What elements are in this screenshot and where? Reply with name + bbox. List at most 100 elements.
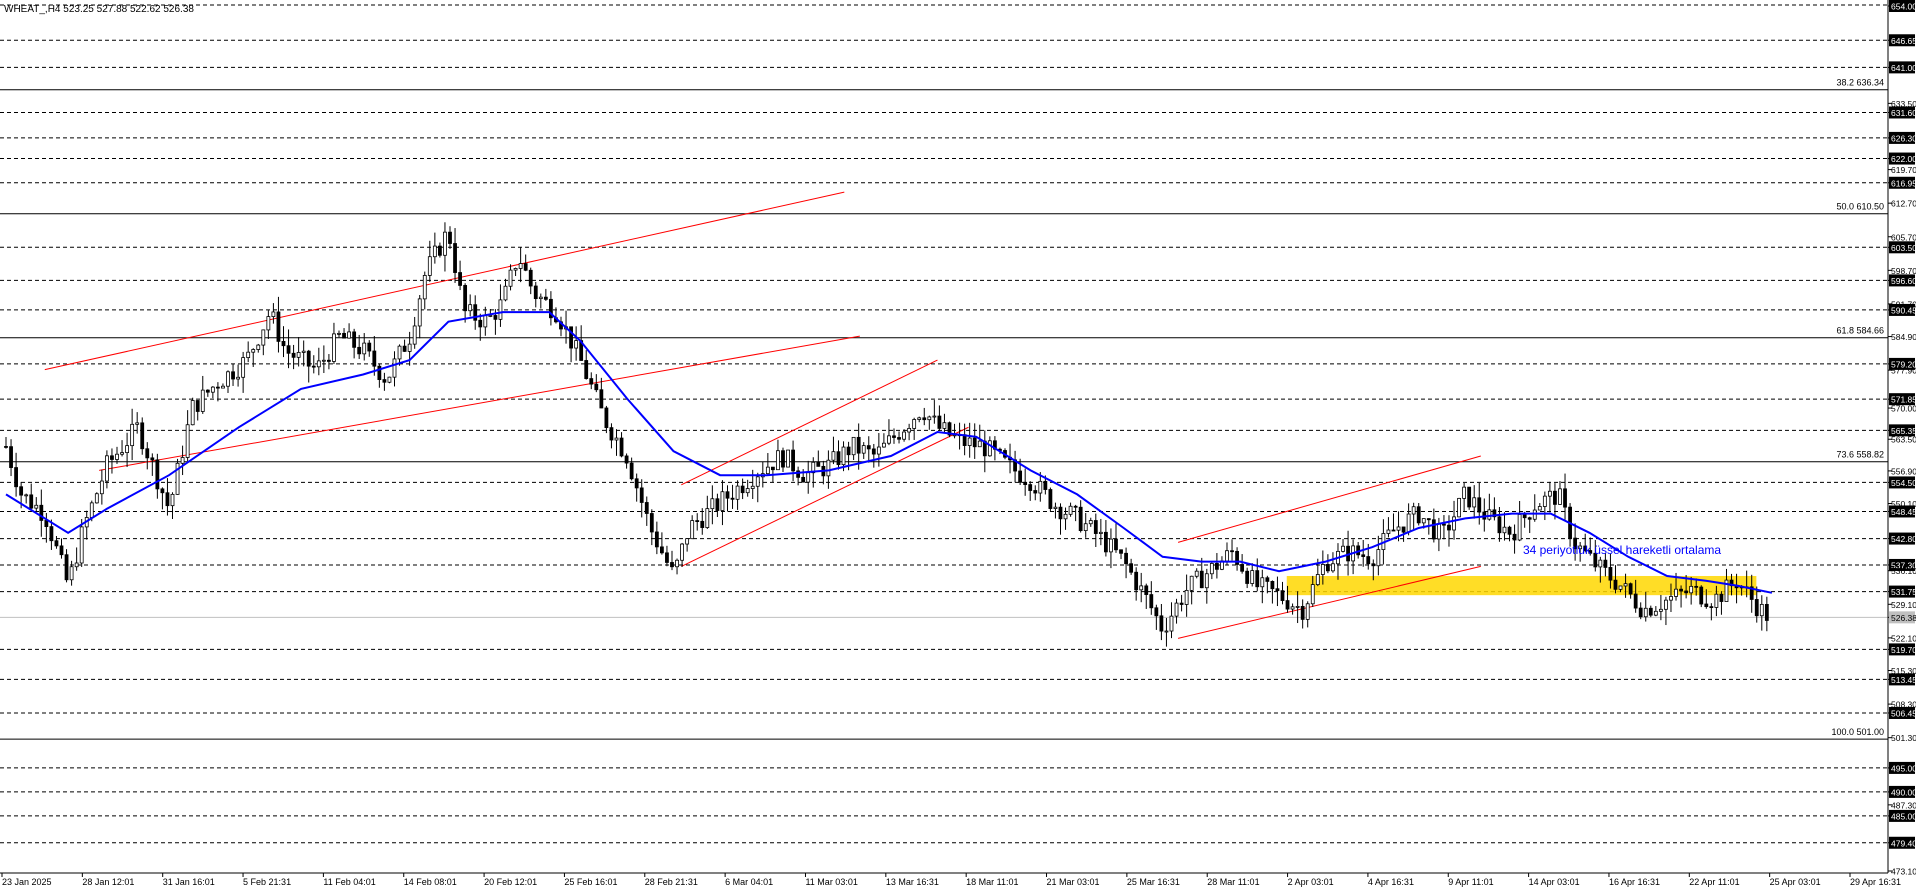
x-tick-label: 23 Jan 2025: [2, 877, 52, 887]
candle-body: [1214, 563, 1219, 570]
candle-body: [1522, 514, 1527, 519]
candle-body: [1275, 588, 1280, 592]
candle-body: [720, 491, 725, 511]
candle-body: [538, 296, 543, 300]
candle-body: [1462, 486, 1467, 499]
y-tick-label: 490.00: [1891, 787, 1916, 797]
candle-body: [977, 440, 982, 448]
candle-body: [902, 431, 906, 440]
y-tick-label: 473.10: [1891, 867, 1916, 877]
candle-body: [362, 342, 367, 355]
candle-body: [912, 419, 917, 429]
y-tick-label: 598.70: [1891, 266, 1916, 276]
candle-body: [1149, 594, 1154, 609]
candle-body: [1159, 615, 1164, 632]
candle-body: [1255, 570, 1260, 588]
candle-body: [695, 520, 700, 522]
candle-body: [1361, 554, 1366, 557]
candle-body: [831, 451, 836, 461]
candle-body: [432, 245, 437, 258]
candle-body: [367, 342, 372, 352]
candle-body: [1613, 579, 1618, 590]
candle-body: [770, 466, 775, 471]
x-tick-label: 25 Apr 03:01: [1770, 877, 1821, 887]
candle-body: [1230, 550, 1234, 553]
candle-body: [513, 268, 518, 271]
candle-body: [1083, 523, 1088, 532]
candle-body: [1558, 488, 1562, 505]
candle-body: [745, 488, 750, 494]
candle-body: [342, 332, 346, 339]
candle-body: [1699, 586, 1704, 605]
candle-body: [1048, 489, 1053, 509]
candle-body: [205, 389, 210, 393]
candle-body: [1199, 570, 1204, 589]
candle-body: [1154, 607, 1159, 617]
candle-body: [190, 400, 195, 426]
candle-body: [1300, 606, 1305, 620]
candle-body: [195, 400, 200, 412]
candle-body: [876, 446, 881, 455]
candle-body: [866, 445, 871, 450]
candle-body: [1563, 488, 1567, 508]
candle-body: [1426, 518, 1431, 521]
x-tick-label: 11 Feb 04:01: [323, 877, 375, 887]
candle-body: [412, 325, 417, 345]
candle-body: [1119, 549, 1123, 554]
candle-body: [407, 343, 412, 352]
candle-body: [493, 315, 498, 320]
candle-body: [463, 285, 468, 312]
y-tick-label: 554.50: [1891, 478, 1916, 488]
candle-body: [1331, 563, 1335, 572]
candle-body: [1179, 602, 1184, 605]
candle-body: [897, 437, 901, 440]
candle-body: [210, 386, 215, 393]
candle-body: [1421, 518, 1426, 524]
y-tick-label: 563.50: [1891, 435, 1916, 445]
candle-body: [715, 498, 720, 511]
candle-body: [892, 435, 896, 438]
y-tick-label: 654.00: [1891, 2, 1916, 12]
candle-body: [1628, 583, 1633, 595]
candle-body: [1618, 585, 1623, 590]
candle-body: [105, 455, 109, 482]
candle-body: [1411, 506, 1416, 515]
candle-body: [1467, 486, 1472, 508]
candle-body: [1164, 630, 1169, 633]
candle-body: [881, 442, 886, 448]
candle-body: [781, 450, 785, 468]
candle-body: [1638, 607, 1643, 618]
x-tick-label: 14 Feb 08:01: [404, 877, 457, 887]
candle-body: [79, 526, 84, 564]
candle-body: [705, 508, 710, 528]
ema-annotation: 34 periyotluk üssel hareketli ortalama: [1523, 543, 1721, 557]
candle-body: [861, 445, 866, 454]
candle-body: [170, 493, 175, 507]
candle-body: [155, 459, 160, 490]
y-tick-label: 556.90: [1891, 466, 1916, 476]
x-tick-label: 4 Apr 16:31: [1368, 877, 1414, 887]
candle-body: [1679, 588, 1683, 592]
candle-body: [791, 449, 795, 472]
candle-body: [1497, 516, 1502, 534]
fib-level-label: 38.2 636.34: [1836, 78, 1884, 88]
y-tick-label: 495.00: [1891, 763, 1916, 773]
candle-body: [226, 371, 230, 387]
candle-body: [660, 546, 664, 554]
candle-body: [735, 485, 740, 500]
candle-body: [1502, 526, 1507, 534]
x-tick-label: 21 Mar 03:01: [1047, 877, 1100, 887]
candle-body: [1447, 524, 1451, 531]
x-tick-label: 2 Apr 03:01: [1288, 877, 1334, 887]
candle-body: [1532, 509, 1537, 520]
candle-body: [49, 526, 54, 542]
x-tick-label: 22 Apr 11:01: [1689, 877, 1739, 887]
candle-body: [1325, 564, 1330, 572]
y-tick-label: 619.70: [1891, 165, 1916, 175]
candle-body: [1664, 599, 1668, 610]
candle-body: [649, 513, 654, 533]
candle-body: [316, 360, 321, 368]
candle-body: [74, 562, 79, 568]
candle-body: [841, 446, 846, 466]
candle-body: [1250, 570, 1255, 584]
